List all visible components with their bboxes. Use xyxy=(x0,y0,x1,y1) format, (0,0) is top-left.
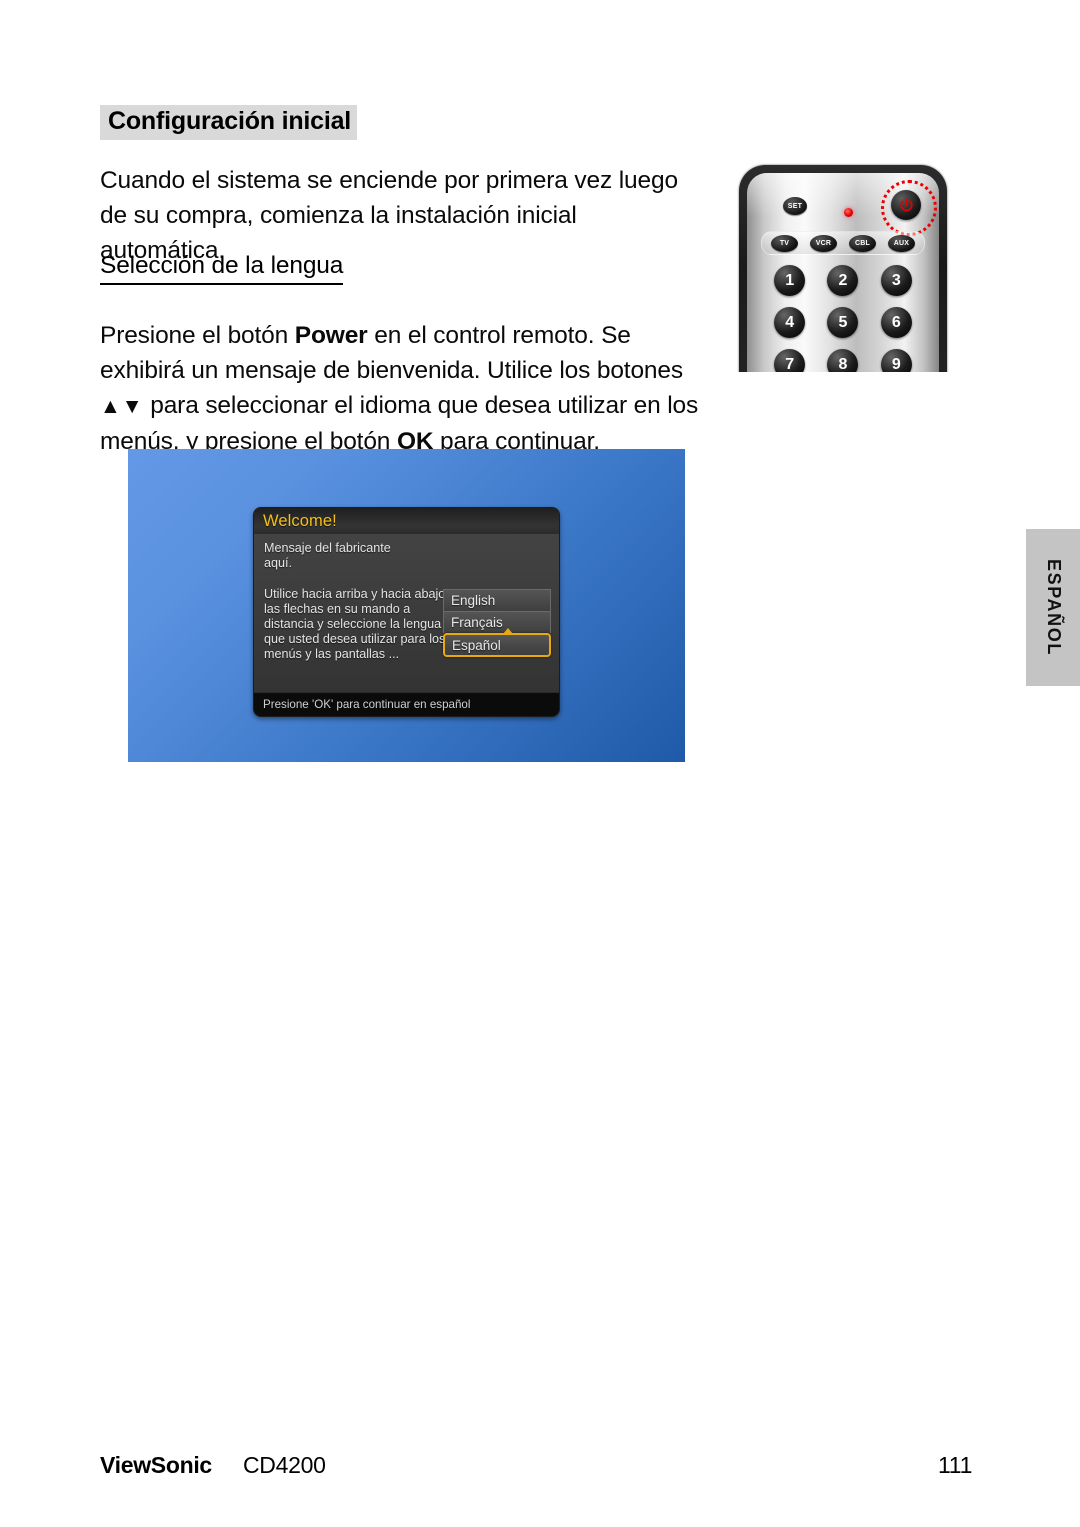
keypad-button-4: 4 xyxy=(774,307,806,338)
selection-caret-icon xyxy=(503,628,513,634)
keypad-button-6: 6 xyxy=(880,307,912,338)
footer-brand: ViewSonic xyxy=(100,1452,212,1478)
language-list: English Français Español xyxy=(443,589,551,657)
tv-screenshot-panel: Welcome! Mensaje del fabricante aquí. Ut… xyxy=(128,449,685,762)
page-title: Configuración inicial xyxy=(100,105,358,140)
keypad-button-2: 2 xyxy=(827,265,859,296)
set-button: SET xyxy=(783,197,807,215)
keypad-button-1: 1 xyxy=(774,265,806,296)
power-button xyxy=(891,190,921,220)
keypad-button-7: 7 xyxy=(774,349,806,372)
section-subheading: Selección de la lengua xyxy=(100,250,343,285)
welcome-dialog: Welcome! Mensaje del fabricante aquí. Ut… xyxy=(253,507,560,717)
language-option-francais: Français xyxy=(443,611,551,633)
welcome-dialog-header: Welcome! xyxy=(254,508,559,534)
instructions-paragraph: Presione el botón Power en el control re… xyxy=(100,318,700,459)
language-option-english: English xyxy=(443,589,551,611)
language-side-tab: ESPAÑOL xyxy=(1026,529,1080,686)
keypad-button-5: 5 xyxy=(827,307,859,338)
mode-button-bar: TV VCR CBL AUX xyxy=(761,231,925,255)
mode-button-cbl: CBL xyxy=(849,234,876,252)
welcome-dialog-footer: Presione 'OK' para continuar en español xyxy=(254,692,559,716)
mode-button-vcr: VCR xyxy=(810,234,837,252)
welcome-dialog-message: Mensaje del fabricante aquí. Utilice hac… xyxy=(264,541,446,662)
instructions-part-1: Presione el botón xyxy=(100,322,295,349)
remote-frame: SET TV VCR CBL AUX 1 2 3 4 5 6 7 8 9 xyxy=(739,165,947,372)
power-icon xyxy=(899,197,913,211)
welcome-dialog-body: Mensaje del fabricante aquí. Utilice hac… xyxy=(254,534,559,692)
language-option-espanol: Español xyxy=(443,628,551,657)
keypad-button-8: 8 xyxy=(827,349,859,372)
footer-page-number: 111 xyxy=(938,1452,973,1478)
language-side-tab-label: ESPAÑOL xyxy=(1043,559,1064,656)
remote-body: SET TV VCR CBL AUX 1 2 3 4 5 6 7 8 9 xyxy=(747,173,939,372)
led-indicator-icon xyxy=(844,208,853,217)
keypad-button-9: 9 xyxy=(880,349,912,372)
mode-button-aux: AUX xyxy=(888,234,915,252)
remote-control-illustration: SET TV VCR CBL AUX 1 2 3 4 5 6 7 8 9 xyxy=(737,163,949,372)
mode-button-tv: TV xyxy=(771,234,798,252)
power-button-keyword: Power xyxy=(294,322,368,349)
numeric-keypad: 1 2 3 4 5 6 7 8 9 xyxy=(763,265,923,372)
keypad-button-3: 3 xyxy=(880,265,912,296)
arrow-keys-glyph: ▲▼ xyxy=(100,395,144,418)
footer-model: CD4200 xyxy=(243,1452,326,1478)
language-option-espanol-label: Español xyxy=(452,637,501,653)
welcome-dialog-title: Welcome! xyxy=(263,511,337,530)
